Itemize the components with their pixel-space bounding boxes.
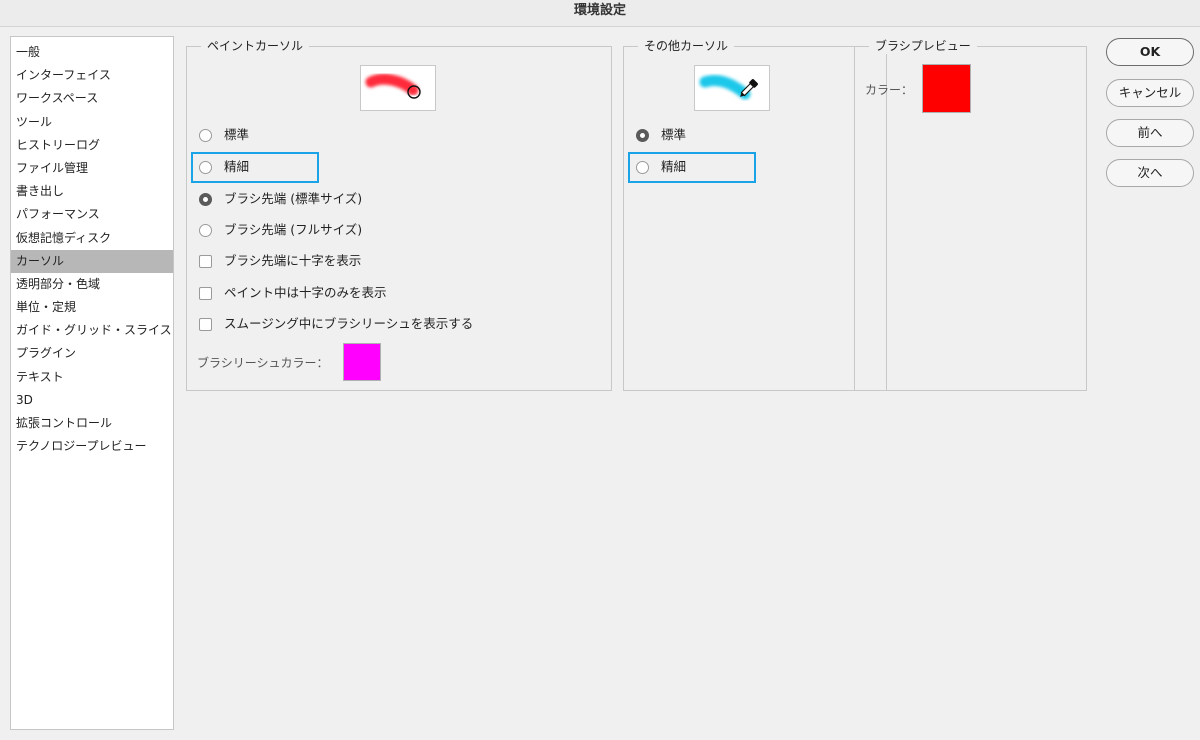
other-option-precise[interactable]: 精細 [636, 156, 686, 178]
option-show-crosshair-in-tip[interactable]: ブラシ先端に十字を表示 [199, 250, 361, 272]
eyedropper-stroke-icon [699, 75, 758, 100]
paint-option-brush-tip-normal[interactable]: ブラシ先端 (標準サイズ) [199, 188, 362, 210]
other-precise-radio[interactable] [636, 160, 649, 174]
sidebar-item[interactable]: カーソル [11, 249, 173, 273]
leash-color-label: ブラシリーシュカラー： [197, 356, 329, 370]
paint-brush-tip-full-radio[interactable] [199, 223, 212, 237]
paint-brush-stroke-icon [365, 73, 421, 99]
other-option-standard[interactable]: 標準 [636, 124, 686, 146]
sidebar-item[interactable]: 透明部分・色域 [11, 273, 173, 296]
only-crosshair-while-painting-checkbox[interactable] [199, 286, 212, 300]
other-standard-radio[interactable] [636, 128, 649, 142]
sidebar-item[interactable]: ワークスペース [11, 87, 173, 110]
option-only-crosshair-while-painting[interactable]: ペイント中は十字のみを表示 [199, 282, 387, 304]
other-cursors-group-title: その他カーソル [638, 38, 735, 54]
brush-preview-group: ブラシプレビュー カラー： [854, 38, 1087, 391]
paint-standard-label: 標準 [224, 127, 250, 142]
other-precise-label: 精細 [661, 159, 687, 174]
paint-precise-radio[interactable] [199, 160, 212, 174]
sidebar-item[interactable]: 一般 [11, 41, 173, 64]
paint-cursor-group-title: ペイントカーソル [201, 38, 310, 54]
ok-button[interactable]: OK [1106, 38, 1194, 66]
paint-brush-tip-normal-label: ブラシ先端 (標準サイズ) [224, 191, 363, 206]
sidebar-item[interactable]: テクノロジープレビュー [11, 435, 173, 458]
sidebar-item[interactable]: 拡張コントロール [11, 412, 173, 435]
sidebar-item[interactable]: 書き出し [11, 180, 173, 203]
next-button[interactable]: 次へ [1106, 159, 1194, 187]
sidebar-item[interactable]: 仮想記憶ディスク [11, 227, 173, 250]
brush-preview-color-swatch[interactable] [922, 64, 971, 113]
cancel-button[interactable]: キャンセル [1106, 79, 1194, 107]
show-leash-while-smoothing-label: スムージング中にブラシリーシュを表示する [224, 316, 474, 331]
paint-brush-tip-full-label: ブラシ先端 (フルサイズ) [224, 222, 363, 237]
sidebar-item[interactable]: プラグイン [11, 342, 173, 365]
show-crosshair-in-tip-label: ブラシ先端に十字を表示 [224, 253, 362, 268]
paint-brush-tip-normal-radio[interactable] [199, 192, 212, 206]
other-cursors-group: その他カーソル 標準 精細 [623, 38, 887, 391]
paint-option-precise[interactable]: 精細 [199, 156, 249, 178]
sidebar-item[interactable]: 単位・定規 [11, 296, 173, 319]
paint-cursor-group: ペイントカーソル 標準 精細 ブラシ先端 (標準サイズ) ブラシ先端 (フルサイ… [186, 38, 612, 391]
sidebar-item[interactable]: パフォーマンス [11, 203, 173, 226]
preferences-window: 環境設定 一般 インターフェイス ワークスペース ツール ヒストリーログ ファイル管理 書き… [0, 0, 1200, 740]
sidebar-item[interactable]: 3D [11, 389, 173, 412]
paint-option-brush-tip-full[interactable]: ブラシ先端 (フルサイズ) [199, 219, 362, 241]
leash-color-swatch[interactable] [343, 343, 381, 381]
sidebar-item[interactable]: ツール [11, 111, 173, 134]
sidebar-item[interactable]: インターフェイス [11, 64, 173, 87]
paint-cursor-preview [360, 65, 436, 111]
paint-precise-label: 精細 [224, 159, 250, 174]
option-show-leash-while-smoothing[interactable]: スムージング中にブラシリーシュを表示する [199, 313, 473, 335]
only-crosshair-while-painting-label: ペイント中は十字のみを表示 [224, 285, 387, 300]
paint-standard-radio[interactable] [199, 128, 212, 142]
sidebar: 一般 インターフェイス ワークスペース ツール ヒストリーログ ファイル管理 書き出し パフォ… [10, 36, 174, 730]
prev-button[interactable]: 前へ [1106, 119, 1194, 147]
other-cursors-preview [694, 65, 770, 111]
brush-preview-group-title: ブラシプレビュー [869, 38, 977, 54]
show-crosshair-in-tip-checkbox[interactable] [199, 254, 212, 268]
brush-preview-color-label: カラー： [865, 83, 914, 97]
sidebar-item[interactable]: ファイル管理 [11, 157, 173, 180]
sidebar-item[interactable]: ヒストリーログ [11, 134, 173, 157]
sidebar-item[interactable]: ガイド・グリッド・スライス [11, 319, 173, 342]
sidebar-item[interactable]: テキスト [11, 366, 173, 389]
show-leash-while-smoothing-checkbox[interactable] [199, 317, 212, 331]
paint-option-standard[interactable]: 標準 [199, 124, 249, 146]
window-title: 環境設定 [0, 0, 1200, 27]
other-standard-label: 標準 [661, 127, 687, 142]
